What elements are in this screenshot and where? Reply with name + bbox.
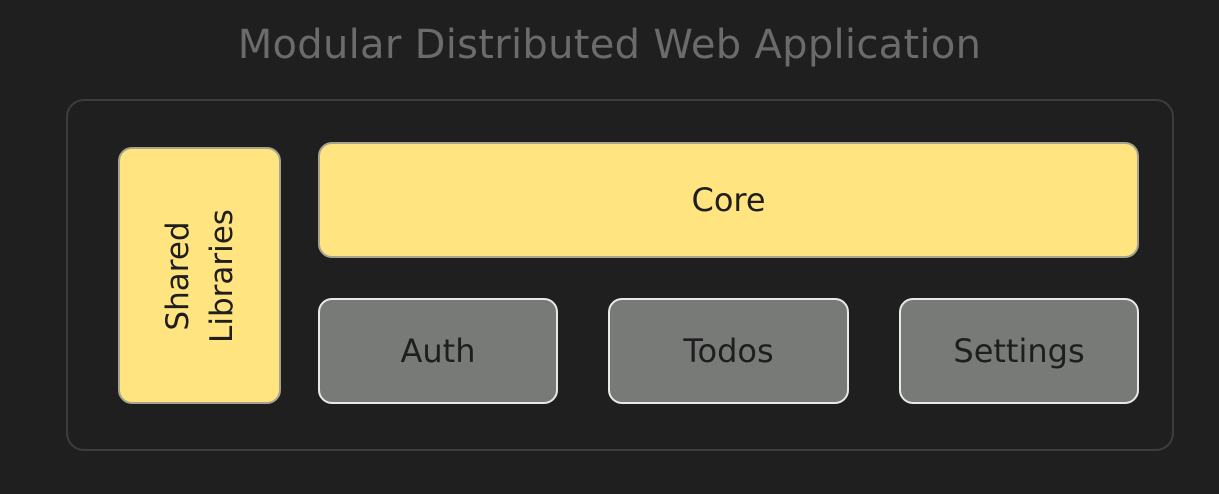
diagram-title: Modular Distributed Web Application xyxy=(237,22,982,68)
shared-libraries-label-line1: Shared xyxy=(159,220,196,331)
auth-label: Auth xyxy=(400,332,476,370)
shared-libraries-block: Shared Libraries xyxy=(118,147,281,404)
shared-libraries-label: Shared Libraries xyxy=(155,209,243,343)
settings-block: Settings xyxy=(899,298,1139,404)
core-label: Core xyxy=(691,181,766,219)
shared-libraries-label-line2: Libraries xyxy=(203,208,240,343)
auth-block: Auth xyxy=(318,298,558,404)
todos-block: Todos xyxy=(608,298,849,404)
todos-label: Todos xyxy=(683,332,774,370)
core-block: Core xyxy=(318,142,1139,258)
settings-label: Settings xyxy=(953,332,1085,370)
